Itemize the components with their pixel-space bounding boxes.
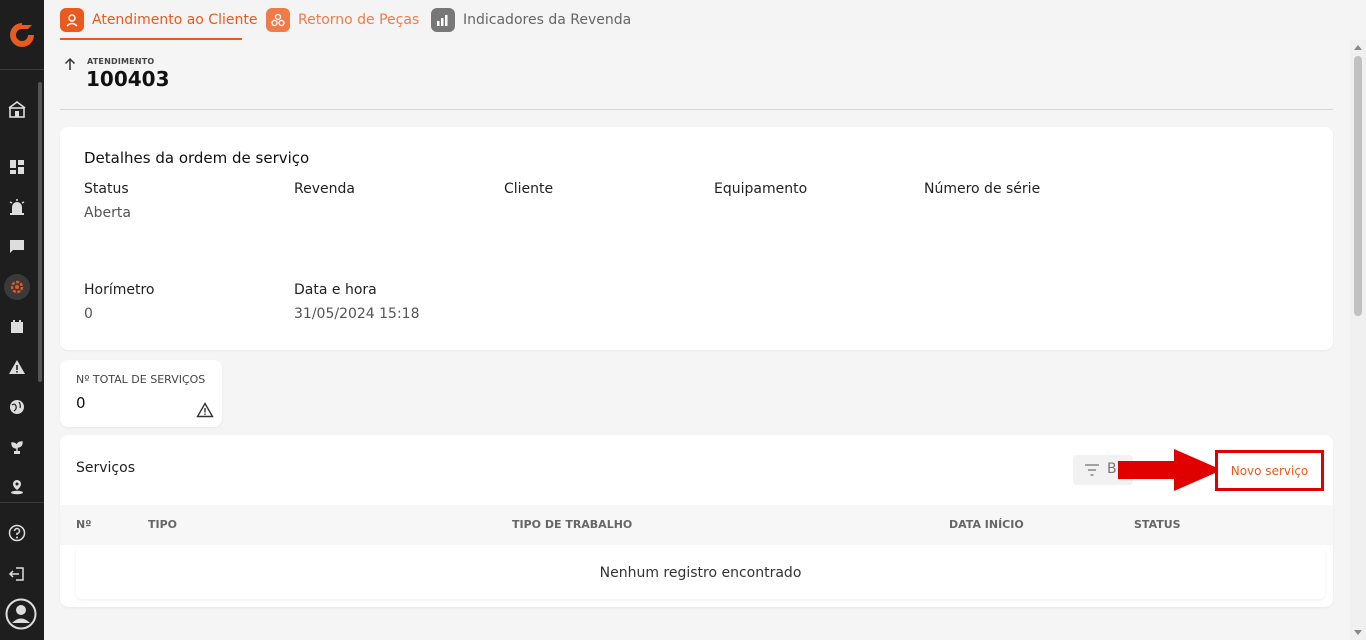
globe-icon[interactable]	[4, 394, 30, 420]
total-services-value: 0	[76, 394, 86, 412]
chat-icon[interactable]	[4, 234, 30, 260]
new-service-button[interactable]: Novo serviço	[1215, 450, 1324, 491]
warning-icon	[196, 402, 214, 418]
customer-service-icon	[60, 8, 84, 32]
horimetro-value: 0	[84, 306, 93, 322]
equipamento-label: Equipamento	[714, 181, 808, 197]
service-order-details-card: Detalhes da ordem de serviço Status Aber…	[60, 127, 1333, 350]
column-header-status[interactable]: STATUS	[1134, 518, 1181, 531]
dashboard-icon[interactable]	[4, 154, 30, 180]
page-scrollbar[interactable]	[1350, 40, 1366, 640]
sidebar	[0, 0, 44, 640]
tab-label: Indicadores da Revenda	[463, 12, 632, 28]
sidebar-scrollbar[interactable]	[38, 82, 42, 382]
numero-serie-label: Número de série	[924, 181, 1041, 197]
sidebar-divider	[0, 502, 44, 503]
plant-icon[interactable]	[4, 434, 30, 460]
revenda-label: Revenda	[294, 181, 355, 197]
tab-retorno-pecas[interactable]: Retorno de Peças	[266, 8, 419, 40]
parts-return-icon	[266, 8, 290, 32]
user-avatar-icon[interactable]	[5, 598, 37, 630]
card-title: Detalhes da ordem de serviço	[84, 149, 310, 167]
service-gear-icon[interactable]	[4, 274, 30, 300]
page-title: 100403	[86, 67, 170, 91]
cliente-label: Cliente	[504, 181, 554, 197]
status-value: Aberta	[84, 205, 131, 221]
tab-indicadores-revenda[interactable]: Indicadores da Revenda	[431, 8, 631, 40]
filter-icon	[1085, 464, 1099, 476]
warning-icon[interactable]	[4, 354, 30, 380]
filter-label: B	[1107, 461, 1117, 477]
total-services-card: Nº TOTAL DE SERVIÇOS 0	[60, 360, 222, 427]
table-header: Nº TIPO TIPO DE TRABALHO DATA INÍCIO STA…	[60, 505, 1333, 545]
title-divider	[60, 109, 1333, 110]
top-tabs: Atendimento ao Cliente Retorno de Peças …	[44, 0, 1366, 40]
page-sup-label: ATENDIMENTO	[87, 57, 155, 66]
dealer-icon[interactable]	[4, 96, 30, 122]
data-hora-value: 31/05/2024 15:18	[294, 306, 420, 322]
scroll-up-arrow[interactable]	[1354, 45, 1362, 50]
data-hora-label: Data e hora	[294, 282, 377, 298]
brand-logo[interactable]	[0, 0, 44, 70]
column-header-numero[interactable]: Nº	[76, 518, 91, 531]
services-title: Serviços	[76, 460, 135, 476]
alarm-icon[interactable]	[4, 194, 30, 220]
column-header-tipo[interactable]: TIPO	[148, 518, 177, 531]
back-arrow-icon[interactable]	[62, 56, 78, 72]
tab-label: Atendimento ao Cliente	[92, 12, 258, 28]
scroll-thumb[interactable]	[1354, 56, 1362, 316]
column-header-tipo-trabalho[interactable]: TIPO DE TRABALHO	[512, 518, 632, 531]
location-icon[interactable]	[4, 474, 30, 500]
scroll-down-arrow[interactable]	[1354, 630, 1362, 635]
help-icon[interactable]	[4, 520, 30, 546]
calendar-icon[interactable]	[4, 314, 30, 340]
logo-icon	[10, 22, 34, 47]
tab-label: Retorno de Peças	[298, 12, 420, 28]
empty-table-message: Nenhum registro encontrado	[76, 547, 1325, 599]
status-label: Status	[84, 181, 129, 197]
horimetro-label: Horímetro	[84, 282, 155, 298]
services-card: Serviços B Novo serviço Nº TIPO TIPO DE …	[60, 435, 1333, 607]
column-header-data-inicio[interactable]: DATA INÍCIO	[949, 518, 1024, 531]
total-services-label: Nº TOTAL DE SERVIÇOS	[76, 373, 206, 386]
logout-icon[interactable]	[4, 561, 30, 587]
tab-atendimento-cliente[interactable]: Atendimento ao Cliente	[60, 8, 257, 40]
bar-chart-icon	[431, 8, 455, 32]
